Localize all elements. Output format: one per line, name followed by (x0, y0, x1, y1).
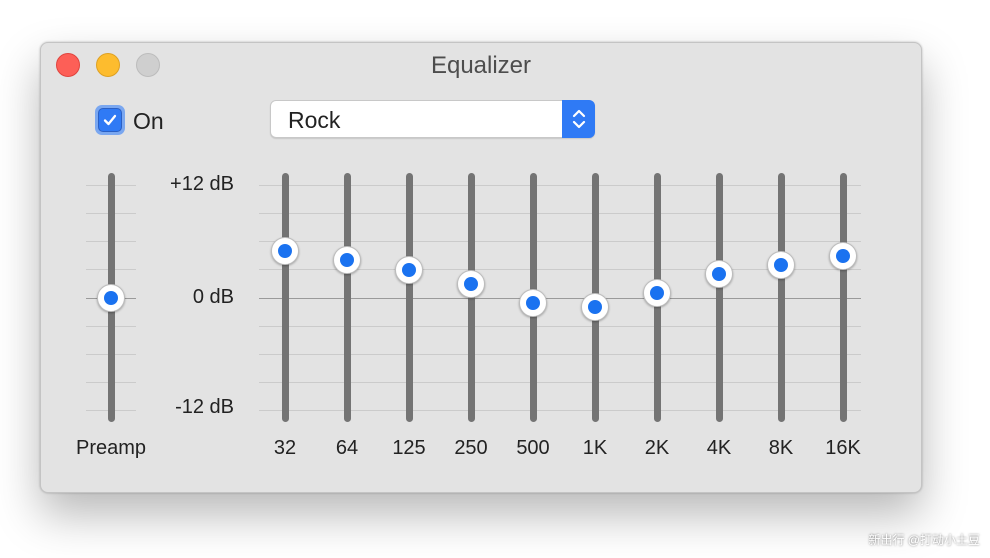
preset-value: Rock (288, 107, 341, 133)
on-label[interactable]: On (133, 108, 164, 135)
checkmark-icon (103, 114, 117, 126)
band-slider-2k-knob[interactable] (643, 279, 671, 308)
band-slider-16k-knob[interactable] (829, 241, 857, 270)
freq-label-4k: 4K (706, 437, 732, 459)
freq-label-125: 125 (392, 437, 426, 459)
preamp-slider-knob[interactable] (97, 284, 125, 312)
db-label-bottom: -12 dB (175, 396, 234, 418)
band-slider-4k-knob[interactable] (705, 260, 733, 289)
band-slider-250-knob[interactable] (457, 269, 485, 298)
freq-label-500: 500 (516, 437, 550, 459)
band-slider-32-knob[interactable] (271, 236, 299, 265)
freq-label-32: 32 (273, 437, 297, 459)
freq-label-8k: 8K (768, 437, 794, 459)
equalizer-window: Equalizer On Rock +12 dB 0 dB -12 dB Pre… (40, 42, 922, 493)
chevron-up-down-icon (562, 100, 595, 138)
knob-dot (526, 295, 540, 310)
db-label-zero: 0 dB (192, 286, 234, 308)
band-slider-125-knob[interactable] (395, 255, 423, 284)
knob-dot (588, 300, 602, 315)
knob-dot (104, 291, 118, 305)
preamp-label: Preamp (76, 437, 147, 459)
on-checkbox[interactable] (95, 105, 125, 135)
band-slider-8k-knob[interactable] (767, 251, 795, 280)
knob-dot (650, 286, 664, 301)
window-title: Equalizer (430, 52, 532, 79)
knob-dot (340, 253, 354, 268)
preset-select[interactable]: Rock (270, 100, 595, 138)
knob-dot (278, 243, 292, 258)
freq-label-64: 64 (335, 437, 359, 459)
freq-label-250: 250 (454, 437, 488, 459)
freq-label-16k: 16K (825, 437, 861, 459)
knob-dot (464, 276, 478, 291)
freq-label-1k: 1K (582, 437, 608, 459)
band-slider-64-track[interactable] (343, 173, 351, 422)
knob-dot (836, 248, 850, 263)
band-slider-8k-track[interactable] (777, 173, 785, 422)
freq-label-2k: 2K (644, 437, 670, 459)
watermark: 新出行 @打动小土豆 (868, 533, 980, 547)
band-slider-64-knob[interactable] (333, 246, 361, 275)
knob-dot (774, 258, 788, 273)
band-slider-4k-track[interactable] (715, 173, 723, 422)
knob-dot (712, 267, 726, 282)
band-slider-1k-knob[interactable] (581, 293, 609, 322)
band-slider-500-knob[interactable] (519, 288, 547, 317)
band-slider-125-track[interactable] (405, 173, 413, 422)
band-slider-32-track[interactable] (281, 173, 289, 422)
db-label-top: +12 dB (170, 173, 234, 195)
band-slider-16k-track[interactable] (839, 173, 847, 422)
knob-dot (402, 262, 416, 277)
